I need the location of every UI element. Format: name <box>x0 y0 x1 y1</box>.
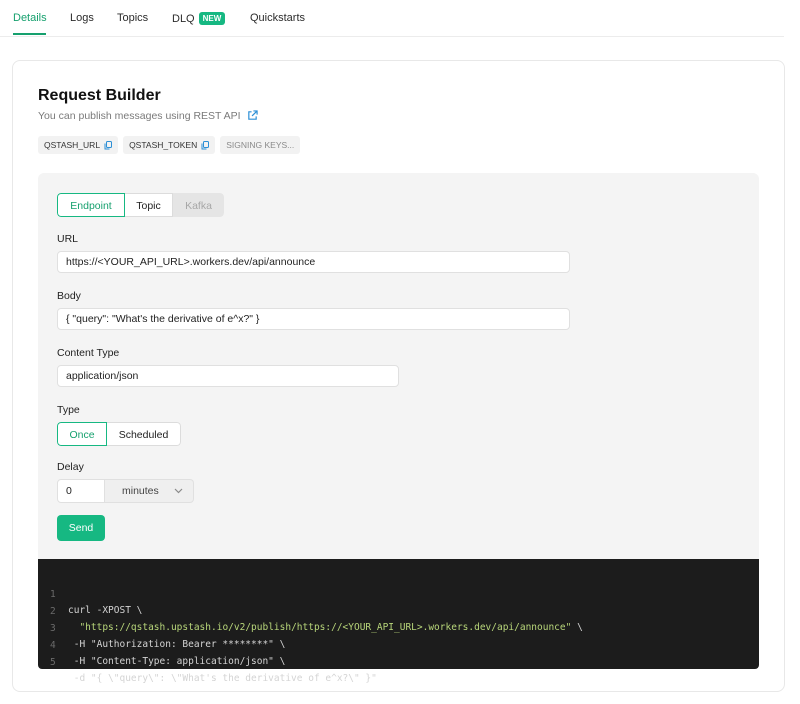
tab-logs[interactable]: Logs <box>70 12 94 24</box>
body-input[interactable]: { "query": "What's the derivative of e^x… <box>57 308 570 330</box>
code-line: 4 -H "Content-Type: application/json" \ <box>38 622 285 667</box>
delay-label: Delay <box>57 461 84 473</box>
delay-control: 0 minutes <box>57 479 194 503</box>
type-label: Type <box>57 404 80 416</box>
scheduled-option[interactable]: Scheduled <box>107 422 181 446</box>
top-tabs: Details Logs Topics DLQ NEW Quickstarts <box>0 0 784 37</box>
copy-icon[interactable] <box>201 140 210 150</box>
tab-dlq-label: DLQ <box>172 13 195 25</box>
chip-label: QSTASH_TOKEN <box>129 140 198 150</box>
code-text: -H "Content-Type: application/json" \ <box>68 656 286 667</box>
curl-code-block: 1 curl -XPOST \ 2 "https://qstash.upstas… <box>38 559 759 684</box>
chevron-down-icon <box>174 488 183 494</box>
subtitle-text: You can publish messages using REST API <box>38 110 241 122</box>
code-text: -d "{ \"query\": \"What's the derivative… <box>68 673 377 684</box>
url-input[interactable]: https://<YOUR_API_URL>.workers.dev/api/a… <box>57 251 570 273</box>
send-button[interactable]: Send <box>57 515 105 541</box>
new-badge: NEW <box>198 12 226 25</box>
once-option[interactable]: Once <box>57 422 107 446</box>
tab-dlq[interactable]: DLQ NEW <box>172 12 226 25</box>
code-line: 1 curl -XPOST \ <box>38 571 142 616</box>
code-line: 2 "https://qstash.upstash.io/v2/publish/… <box>38 588 583 633</box>
qstash-url-chip[interactable]: QSTASH_URL <box>38 136 119 154</box>
chip-label: QSTASH_URL <box>44 140 101 150</box>
code-text: curl -XPOST \ <box>68 605 143 616</box>
code-line: 3 -H "Authorization: Bearer ********" \ <box>38 605 285 650</box>
tab-quickstarts[interactable]: Quickstarts <box>250 12 305 24</box>
qstash-token-chip[interactable]: QSTASH_TOKEN <box>123 136 216 154</box>
topic-tab[interactable]: Topic <box>125 193 173 217</box>
code-string: "https://qstash.upstash.io/v2/publish/ht… <box>79 622 572 633</box>
external-link-icon[interactable] <box>247 110 259 121</box>
signing-keys-chip[interactable]: SIGNING KEYS... <box>220 136 301 154</box>
line-number: 5 <box>50 657 56 668</box>
body-label: Body <box>57 290 81 302</box>
page-subtitle: You can publish messages using REST API <box>38 110 259 122</box>
delay-input[interactable]: 0 <box>57 479 105 503</box>
code-text: "https://qstash.upstash.io/v2/publish/ht… <box>68 620 583 636</box>
page-title: Request Builder <box>38 87 161 104</box>
active-tab-indicator <box>13 33 46 35</box>
type-switch: Once Scheduled <box>57 422 181 446</box>
url-label: URL <box>57 233 79 245</box>
credential-chips: QSTASH_URL QSTASH_TOKEN SIGNING KEYS... <box>38 136 301 154</box>
code-text: -H "Authorization: Bearer ********" \ <box>68 639 286 650</box>
endpoint-tab[interactable]: Endpoint <box>57 193 125 217</box>
content-type-label: Content Type <box>57 347 120 359</box>
code-continuation: \ <box>571 622 583 633</box>
delay-unit-select[interactable]: minutes <box>105 479 194 503</box>
content-type-input[interactable]: application/json <box>57 365 399 387</box>
tab-details[interactable]: Details <box>13 12 47 24</box>
chip-label: SIGNING KEYS... <box>226 140 295 150</box>
delay-unit-value: minutes <box>122 485 159 497</box>
kafka-tab: Kafka <box>173 193 224 217</box>
destination-switch: Endpoint Topic Kafka <box>57 193 224 217</box>
code-line: 5 -d "{ \"query\": \"What's the derivati… <box>38 639 377 684</box>
copy-icon[interactable] <box>104 140 113 150</box>
tab-topics[interactable]: Topics <box>117 12 148 24</box>
